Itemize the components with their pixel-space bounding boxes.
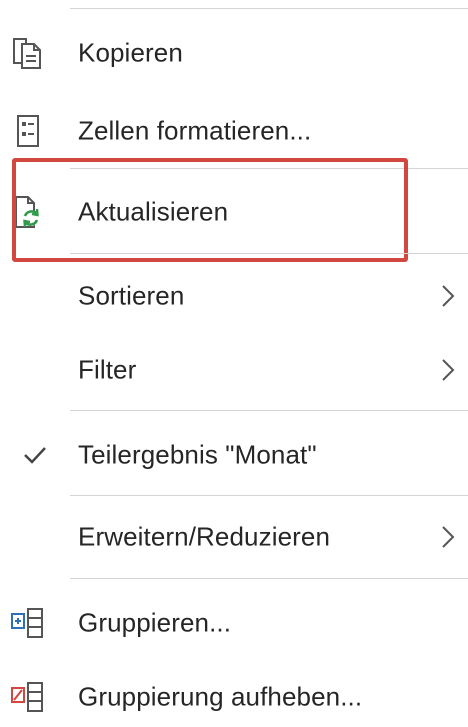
menu-item-refresh[interactable]: Aktualisieren <box>0 182 468 242</box>
menu-item-copy[interactable]: Kopieren <box>0 23 468 83</box>
menu-top-separator <box>70 8 468 9</box>
context-menu: Kopieren Zellen formatieren... Aktualisi… <box>0 0 468 715</box>
menu-item-ungroup[interactable]: Gruppierung aufheben... <box>0 667 468 727</box>
menu-item-label: Filter <box>78 354 137 385</box>
menu-separator <box>70 253 468 254</box>
checkmark-icon <box>22 444 48 466</box>
menu-item-label: Sortieren <box>78 280 185 311</box>
copy-icon <box>10 35 46 71</box>
menu-item-filter[interactable]: Filter <box>0 340 468 400</box>
menu-item-label: Kopieren <box>78 37 183 68</box>
menu-item-label: Erweitern/Reduzieren <box>78 521 331 552</box>
menu-item-subtotal[interactable]: Teilergebnis "Monat" <box>0 425 468 485</box>
menu-item-label: Zellen formatieren... <box>78 115 312 146</box>
menu-item-label: Gruppieren... <box>78 607 232 638</box>
chevron-right-icon <box>440 282 456 310</box>
menu-item-label: Gruppierung aufheben... <box>78 681 363 712</box>
menu-separator <box>70 410 468 411</box>
format-cells-icon <box>10 113 46 149</box>
menu-separator <box>70 168 468 169</box>
ungroup-icon <box>10 679 46 715</box>
chevron-right-icon <box>440 356 456 384</box>
menu-item-label: Aktualisieren <box>78 196 229 227</box>
refresh-icon <box>10 194 46 230</box>
menu-item-group[interactable]: Gruppieren... <box>0 593 468 653</box>
menu-item-sort[interactable]: Sortieren <box>0 266 468 326</box>
menu-separator <box>70 495 468 496</box>
menu-item-label: Teilergebnis "Monat" <box>78 439 317 470</box>
chevron-right-icon <box>440 523 456 551</box>
menu-item-format-cells[interactable]: Zellen formatieren... <box>0 101 468 161</box>
menu-item-expand-collapse[interactable]: Erweitern/Reduzieren <box>0 507 468 567</box>
menu-separator <box>70 578 468 579</box>
group-icon <box>10 605 46 641</box>
